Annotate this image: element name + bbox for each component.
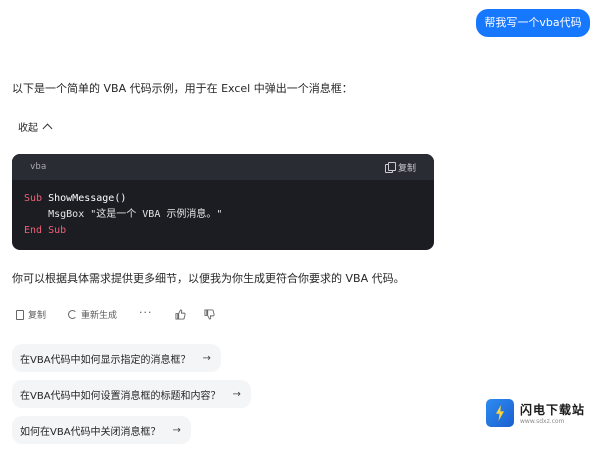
copy-icon: [384, 162, 396, 173]
thumbs-up-icon[interactable]: [174, 309, 186, 320]
site-watermark: 闪电下载站 www.sdxz.com: [486, 398, 588, 428]
code-block: vba 复制 Sub ShowMessage() MsgBox "这是一个 VB…: [12, 154, 434, 250]
copy-doc-icon: [16, 309, 24, 320]
copy-response-button[interactable]: 复制: [16, 308, 46, 321]
code-language-label: vba: [30, 162, 47, 172]
arrow-right-icon: →: [202, 352, 211, 364]
watermark-url: www.sdxz.com: [520, 418, 565, 425]
message-action-bar: 复制 重新生成 ···: [16, 306, 233, 321]
regenerate-button[interactable]: 重新生成: [68, 308, 117, 321]
thumbs-down-icon[interactable]: [203, 309, 215, 320]
suggestion-item-1[interactable]: 在VBA代码中如何显示指定的消息框？ →: [12, 344, 221, 372]
watermark-title: 闪电下载站: [520, 403, 586, 417]
code-string: "这是一个 VBA 示例消息。": [90, 209, 223, 220]
user-message-bubble: 帮我写一个vba代码: [476, 9, 590, 37]
regenerate-label: 重新生成: [81, 311, 118, 321]
more-options-button[interactable]: ···: [139, 306, 153, 319]
code-content: Sub ShowMessage() MsgBox "这是一个 VBA 示例消息。…: [12, 180, 434, 239]
copy-response-label: 复制: [28, 311, 47, 321]
code-copy-label: 复制: [397, 163, 416, 174]
assistant-intro-text: 以下是一个简单的 VBA 代码示例，用于在 Excel 中弹出一个消息框：: [12, 82, 353, 95]
suggestion-text: 在VBA代码中如何设置消息框的标题和内容？: [20, 390, 221, 402]
chevron-up-icon: [42, 123, 53, 133]
suggestion-item-3[interactable]: 如何在VBA代码中关闭消息框？ →: [12, 416, 191, 444]
code-copy-button[interactable]: 复制: [384, 161, 416, 174]
arrow-right-icon: →: [172, 424, 181, 436]
assistant-followup-text: 你可以根据具体需求提供更多细节，以便我为你生成更符合你要求的 VBA 代码。: [12, 272, 405, 285]
code-keyword: Sub: [24, 193, 43, 204]
suggestion-text: 在VBA代码中如何显示指定的消息框？: [20, 354, 191, 366]
code-call: MsgBox: [48, 209, 85, 220]
collapse-button[interactable]: 收起: [18, 119, 53, 134]
refresh-icon: [68, 310, 78, 319]
chat-page: 帮我写一个vba代码 以下是一个简单的 VBA 代码示例，用于在 Excel 中…: [0, 0, 596, 455]
arrow-right-icon: →: [232, 388, 241, 400]
code-end-keyword: End Sub: [24, 225, 67, 236]
suggestion-item-2[interactable]: 在VBA代码中如何设置消息框的标题和内容？ →: [12, 380, 251, 408]
suggestion-text: 如何在VBA代码中关闭消息框？: [20, 426, 161, 438]
code-sub-name: ShowMessage(): [48, 193, 127, 204]
lightning-logo-icon: [486, 399, 514, 427]
collapse-label: 收起: [18, 123, 38, 134]
code-header: vba 复制: [12, 154, 434, 180]
